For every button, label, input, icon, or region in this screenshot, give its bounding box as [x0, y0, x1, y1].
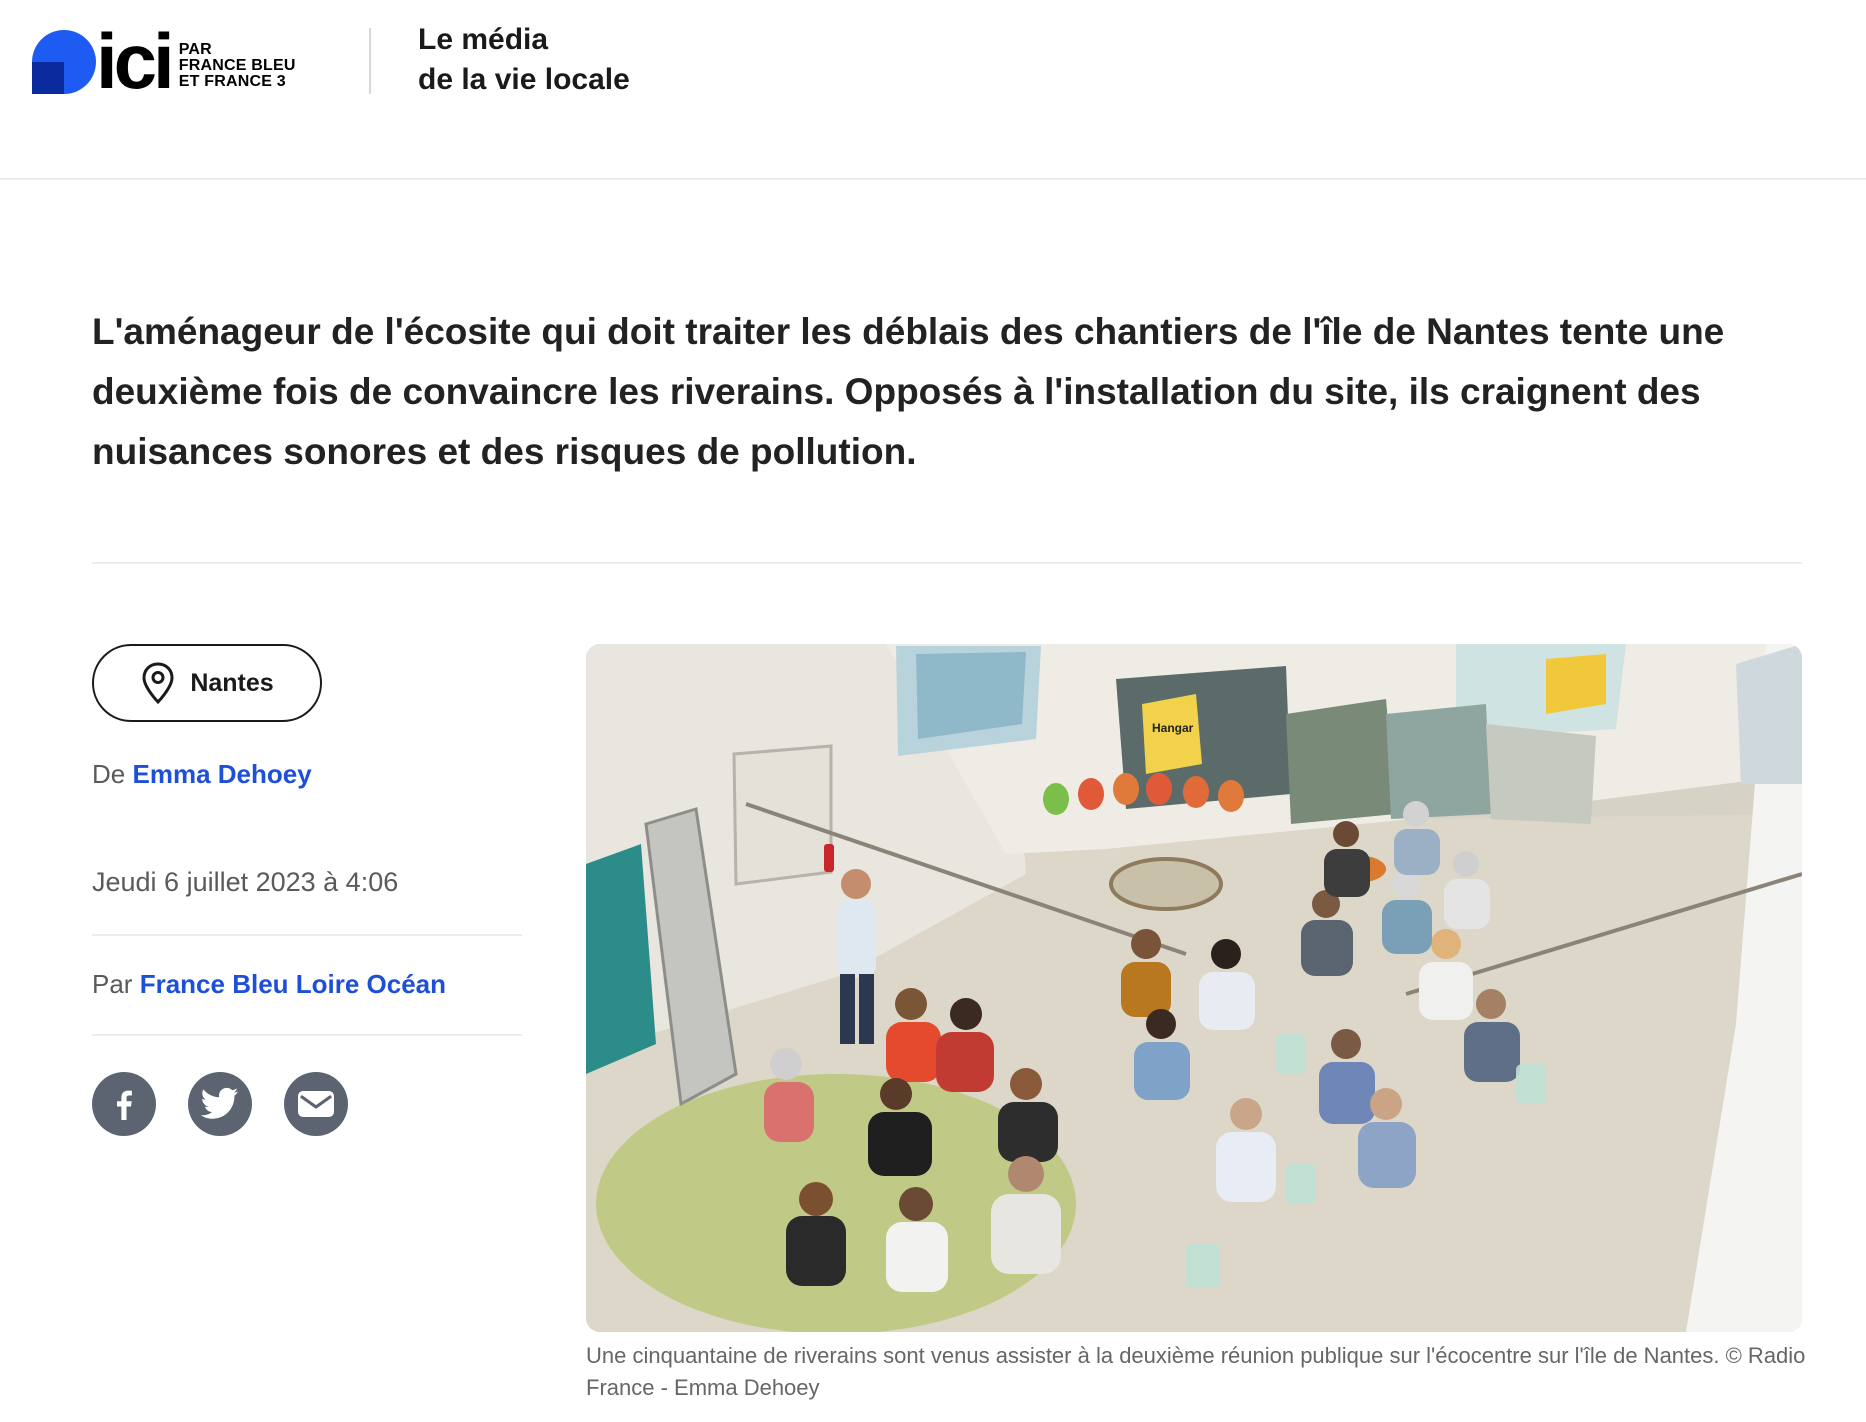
publish-date: Jeudi 6 juillet 2023 à 4:06 — [92, 867, 399, 897]
poster-label: Hangar — [1152, 721, 1194, 735]
source-byline: Par France Bleu Loire Océan — [92, 969, 447, 999]
meeting-photo-illustration: Hangar — [586, 644, 1802, 1332]
author-byline: De Emma Dehoey — [92, 759, 312, 789]
twitter-icon — [200, 1087, 238, 1119]
share-email-button[interactable] — [284, 1072, 348, 1136]
logo-mark-icon — [32, 30, 96, 94]
location-tag-label: Nantes — [190, 668, 274, 697]
photo-caption: Une cinquantaine de riverains sont venus… — [586, 1343, 1806, 1400]
share-buttons — [92, 1072, 348, 1136]
location-pin-icon — [142, 662, 174, 705]
meta-divider — [92, 1034, 522, 1036]
site-header: ici PAR FRANCE BLEU ET FRANCE 3 Le média… — [0, 0, 1866, 180]
lead-divider — [92, 562, 1802, 564]
article-photo: Hangar — [586, 644, 1802, 1332]
header-divider — [369, 28, 371, 94]
location-tag-button[interactable]: Nantes — [92, 644, 322, 722]
meta-divider — [92, 934, 522, 936]
email-icon — [298, 1091, 334, 1117]
facebook-icon — [117, 1090, 132, 1120]
site-tagline: Le média de la vie locale — [418, 23, 630, 96]
source-link[interactable]: France Bleu Loire Océan — [140, 969, 446, 999]
logo-subtitle: PAR FRANCE BLEU ET FRANCE 3 — [178, 41, 296, 90]
article-lead: L'aménageur de l'écosite qui doit traite… — [92, 311, 1725, 472]
author-link[interactable]: Emma Dehoey — [132, 759, 311, 789]
site-logo[interactable]: ici PAR FRANCE BLEU ET FRANCE 3 — [32, 17, 332, 105]
share-facebook-button[interactable] — [92, 1072, 156, 1136]
share-twitter-button[interactable] — [188, 1072, 252, 1136]
logo-wordmark: ici — [96, 17, 175, 105]
